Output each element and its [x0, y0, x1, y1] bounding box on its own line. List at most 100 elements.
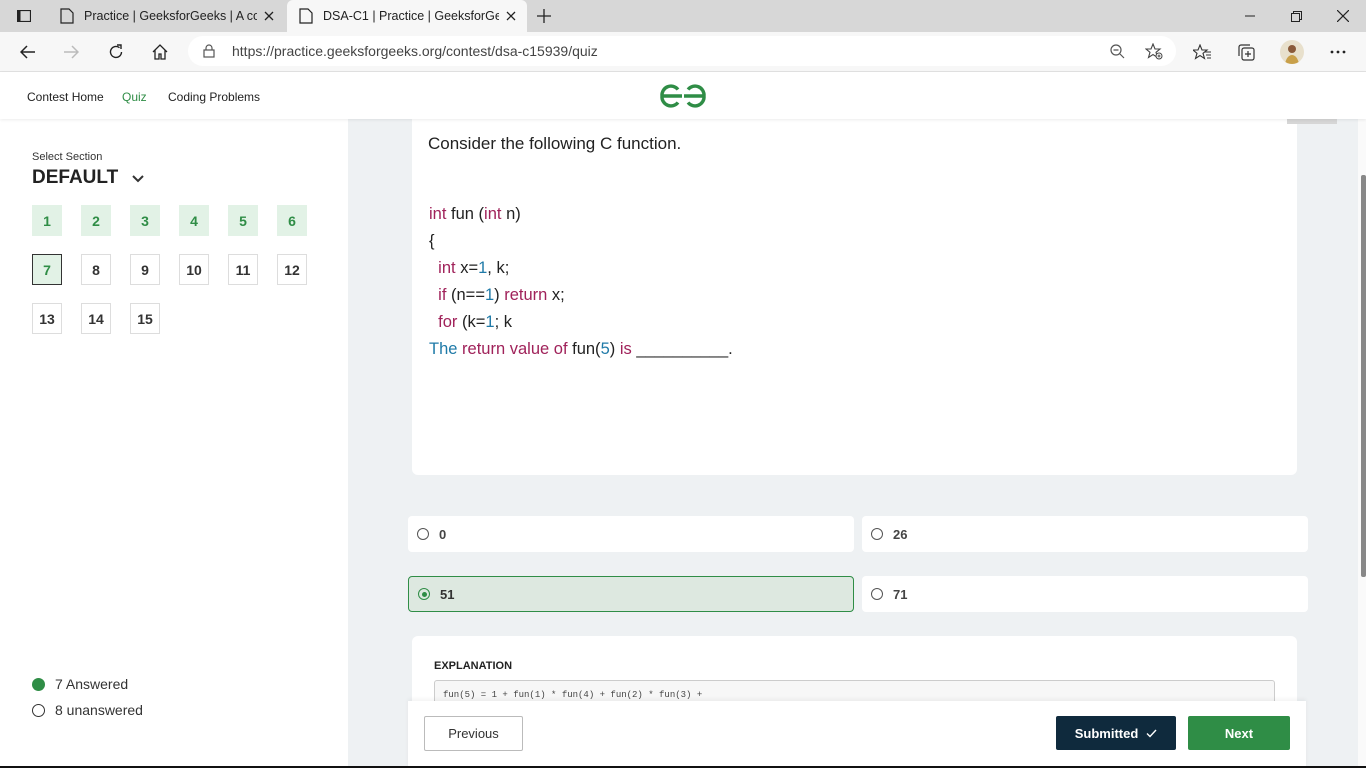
quiz-footer: Previous Submitted Next: [408, 701, 1306, 768]
code-line: int x=1, k;: [429, 255, 733, 282]
option-label: 71: [893, 586, 908, 602]
question-number-button[interactable]: 6: [277, 205, 307, 236]
more-options-icon[interactable]: [1327, 41, 1349, 63]
question-number-button[interactable]: 8: [81, 254, 111, 285]
radio-icon[interactable]: [871, 588, 883, 600]
section-dropdown[interactable]: DEFAULT: [32, 167, 144, 189]
url-field[interactable]: https://practice.geeksforgeeks.org/conte…: [188, 36, 1176, 66]
code-token: , k;: [487, 259, 510, 277]
code-token: x;: [547, 286, 565, 304]
question-number-button[interactable]: 11: [228, 254, 258, 285]
code-line: {: [429, 228, 733, 255]
code-token: is: [619, 340, 632, 358]
code-token: int: [484, 205, 502, 223]
close-icon[interactable]: [499, 4, 523, 28]
question-number-button[interactable]: 9: [130, 254, 160, 285]
code-token: int: [429, 205, 447, 223]
check-icon: [1146, 729, 1157, 738]
page-icon: [60, 8, 74, 24]
next-button[interactable]: Next: [1188, 716, 1290, 750]
question-number-button[interactable]: 2: [81, 205, 111, 236]
browser-tab-active[interactable]: DSA-C1 | Practice | GeeksforGeel: [287, 0, 527, 32]
collections-icon[interactable]: [1235, 41, 1257, 63]
option-label: 51: [440, 586, 455, 602]
question-number-button[interactable]: 7: [32, 254, 62, 285]
browser-tab[interactable]: Practice | GeeksforGeeks | A com: [48, 0, 285, 32]
question-number-button[interactable]: 1: [32, 205, 62, 236]
explanation-title: EXPLANATION: [434, 660, 513, 672]
code-token: x=: [455, 259, 479, 277]
nav-coding-problems[interactable]: Coding Problems: [168, 90, 260, 104]
code-token: ): [609, 340, 620, 358]
code-token: return: [504, 286, 548, 304]
question-sidebar: Select Section DEFAULT 1 2 3 4 5 6 7 8 9 10 11 12 13…: [0, 119, 348, 768]
code-token: n): [501, 205, 521, 223]
code-token: 5: [600, 340, 610, 358]
scrollbar-thumb[interactable]: [1361, 175, 1366, 577]
code-line: if (n==1) return x;: [429, 282, 733, 309]
select-section-label: Select Section: [32, 151, 103, 163]
question-number-button[interactable]: 4: [179, 205, 209, 236]
close-window-icon[interactable]: [1333, 6, 1353, 26]
address-bar: https://practice.geeksforgeeks.org/conte…: [0, 32, 1366, 72]
option-a[interactable]: 0: [408, 516, 854, 552]
question-number-button[interactable]: 14: [81, 303, 111, 334]
code-token: 1: [485, 313, 495, 331]
tab-actions-icon[interactable]: [14, 6, 34, 26]
close-icon[interactable]: [257, 4, 281, 28]
code-token: The: [429, 340, 458, 358]
nav-quiz[interactable]: Quiz: [122, 90, 147, 104]
code-token: fun (: [446, 205, 485, 223]
add-favorite-icon[interactable]: [1145, 43, 1163, 60]
previous-button[interactable]: Previous: [424, 716, 523, 751]
submitted-button[interactable]: Submitted: [1056, 716, 1176, 750]
chevron-down-icon: [132, 175, 144, 183]
question-number-button[interactable]: 5: [228, 205, 258, 236]
code-token: 1: [484, 286, 495, 304]
section-name: DEFAULT: [32, 167, 119, 188]
question-number-button[interactable]: 13: [32, 303, 62, 334]
new-tab-icon[interactable]: [534, 6, 554, 26]
home-icon[interactable]: [149, 41, 171, 63]
code-token: ): [494, 286, 505, 304]
radio-icon[interactable]: [871, 528, 883, 540]
radio-selected-icon[interactable]: [418, 588, 430, 600]
code-token: (k=: [457, 313, 486, 331]
question-number-button[interactable]: 10: [179, 254, 209, 285]
code-line: for (k=1; k: [429, 309, 733, 336]
option-c[interactable]: 51: [408, 576, 854, 612]
code-token: 1: [478, 259, 488, 277]
radio-icon[interactable]: [417, 528, 429, 540]
code-token: return: [462, 340, 506, 358]
unanswered-legend: 8 unanswered: [32, 702, 143, 718]
gfg-logo[interactable]: [658, 82, 708, 110]
refresh-icon[interactable]: [105, 41, 127, 63]
unanswered-count: 8 unanswered: [55, 702, 143, 718]
minimize-icon[interactable]: [1240, 6, 1260, 26]
marks-badge: [1287, 119, 1337, 124]
answered-dot-icon: [32, 677, 45, 691]
browser-tab-bar: Practice | GeeksforGeeks | A com DSA-C1 …: [0, 0, 1366, 32]
code-token: value of: [509, 340, 568, 358]
code-token: ; k: [494, 313, 513, 331]
option-b[interactable]: 26: [862, 516, 1308, 552]
tab-title: DSA-C1 | Practice | GeeksforGeel: [323, 9, 499, 23]
question-number-button[interactable]: 3: [130, 205, 160, 236]
zoom-icon[interactable]: [1110, 44, 1125, 59]
previous-label: Previous: [448, 726, 499, 741]
nav-contest-home[interactable]: Contest Home: [27, 90, 104, 104]
question-number-button[interactable]: 12: [277, 254, 307, 285]
question-grid: 1 2 3 4 5 6 7 8 9 10 11 12 13 14 15: [32, 205, 312, 334]
option-d[interactable]: 71: [862, 576, 1308, 612]
code-token: (n==: [446, 286, 485, 304]
lock-icon[interactable]: [203, 44, 215, 58]
profile-avatar[interactable]: [1280, 40, 1304, 64]
restore-icon[interactable]: [1286, 6, 1306, 26]
favorites-icon[interactable]: [1191, 41, 1213, 63]
back-icon[interactable]: [17, 41, 39, 63]
next-label: Next: [1224, 725, 1254, 741]
question-number-button[interactable]: 15: [130, 303, 160, 334]
forward-icon[interactable]: [60, 41, 82, 63]
